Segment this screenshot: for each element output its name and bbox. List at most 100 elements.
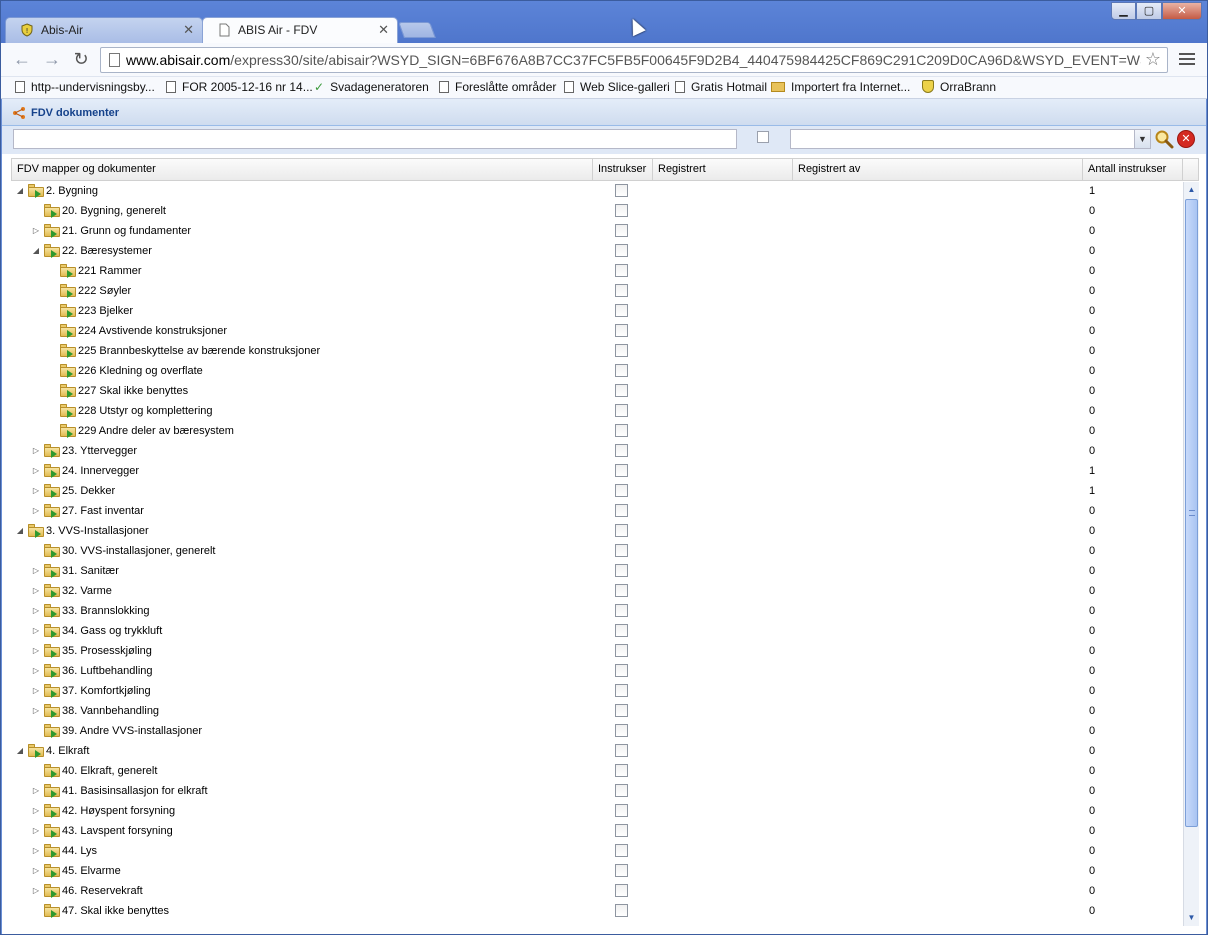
tree-node-label[interactable]: 2. Bygning xyxy=(46,181,98,201)
instrukser-checkbox[interactable] xyxy=(615,624,628,637)
tree-row[interactable]: 221 Rammer 0 xyxy=(11,261,1182,281)
filter-combobox[interactable] xyxy=(790,129,1136,149)
instrukser-checkbox[interactable] xyxy=(615,764,628,777)
minimize-button[interactable]: ▁ xyxy=(1111,2,1136,20)
tree-node-label[interactable]: 33. Brannslokking xyxy=(62,601,149,621)
tree-row[interactable]: ▷ 32. Varme 0 xyxy=(11,581,1182,601)
tree-row[interactable]: ▷ 37. Komfortkjøling 0 xyxy=(11,681,1182,701)
tree-row[interactable]: ▷ 21. Grunn og fundamenter 0 xyxy=(11,221,1182,241)
new-tab-button[interactable] xyxy=(398,22,436,38)
expand-arrow-icon[interactable]: ▷ xyxy=(31,781,41,801)
chevron-down-icon[interactable]: ▼ xyxy=(1134,129,1151,149)
instrukser-checkbox[interactable] xyxy=(615,504,628,517)
tree-row[interactable]: ▷ 45. Elvarme 0 xyxy=(11,861,1182,881)
instrukser-checkbox[interactable] xyxy=(615,264,628,277)
tree-row[interactable]: 224 Avstivende konstruksjoner 0 xyxy=(11,321,1182,341)
search-input[interactable] xyxy=(13,129,737,149)
tree-node-label[interactable]: 22. Bæresystemer xyxy=(62,241,152,261)
close-window-button[interactable]: ✕ xyxy=(1162,2,1202,20)
tree-row[interactable]: 226 Kledning og overflate 0 xyxy=(11,361,1182,381)
tree-node-label[interactable]: 47. Skal ikke benyttes xyxy=(62,901,169,921)
tree-row[interactable]: ▷ 25. Dekker 1 xyxy=(11,481,1182,501)
instrukser-checkbox[interactable] xyxy=(615,384,628,397)
tree-row[interactable]: 30. VVS-installasjoner, generelt 0 xyxy=(11,541,1182,561)
tree-row[interactable]: ▷ 38. Vannbehandling 0 xyxy=(11,701,1182,721)
close-tab-icon[interactable]: ✕ xyxy=(378,18,389,42)
expand-arrow-icon[interactable]: ▷ xyxy=(31,801,41,821)
instrukser-checkbox[interactable] xyxy=(615,824,628,837)
address-bar[interactable]: www.abisair.com/express30/site/abisair?W… xyxy=(100,47,1168,73)
instrukser-checkbox[interactable] xyxy=(615,324,628,337)
expand-arrow-icon[interactable]: ▷ xyxy=(31,701,41,721)
tree-row[interactable]: ◢ 2. Bygning 1 xyxy=(11,181,1182,201)
tree-node-label[interactable]: 27. Fast inventar xyxy=(62,501,144,521)
expand-arrow-icon[interactable]: ▷ xyxy=(31,841,41,861)
tree-row[interactable]: 40. Elkraft, generelt 0 xyxy=(11,761,1182,781)
tree-node-label[interactable]: 3. VVS-Installasjoner xyxy=(46,521,149,541)
tree-row[interactable]: 20. Bygning, generelt 0 xyxy=(11,201,1182,221)
tree-node-label[interactable]: 38. Vannbehandling xyxy=(62,701,159,721)
back-arrow-icon[interactable]: ← xyxy=(11,49,33,71)
instrukser-checkbox[interactable] xyxy=(615,244,628,257)
tree-row[interactable]: ▷ 46. Reservekraft 0 xyxy=(11,881,1182,901)
tree-row[interactable]: ◢ 3. VVS-Installasjoner 0 xyxy=(11,521,1182,541)
instrukser-checkbox[interactable] xyxy=(615,544,628,557)
tree-row[interactable]: ▷ 31. Sanitær 0 xyxy=(11,561,1182,581)
tree-row[interactable]: ▷ 41. Basisinsallasjon for elkraft 0 xyxy=(11,781,1182,801)
instrukser-checkbox[interactable] xyxy=(615,564,628,577)
bookmark-item[interactable]: OrraBrann xyxy=(922,80,996,94)
tree-node-label[interactable]: 222 Søyler xyxy=(78,281,131,301)
tree-row[interactable]: 223 Bjelker 0 xyxy=(11,301,1182,321)
tree-node-label[interactable]: 34. Gass og trykkluft xyxy=(62,621,162,641)
expand-arrow-icon[interactable]: ▷ xyxy=(31,681,41,701)
tree-node-label[interactable]: 36. Luftbehandling xyxy=(62,661,153,681)
instrukser-checkbox[interactable] xyxy=(615,584,628,597)
scrollbar-thumb[interactable] xyxy=(1185,199,1198,827)
bookmark-item[interactable]: Gratis Hotmail xyxy=(675,80,767,94)
tree-row[interactable]: ▷ 33. Brannslokking 0 xyxy=(11,601,1182,621)
instrukser-checkbox[interactable] xyxy=(615,784,628,797)
tree-row[interactable]: ◢ 4. Elkraft 0 xyxy=(11,741,1182,761)
instrukser-checkbox[interactable] xyxy=(615,364,628,377)
tree-node-label[interactable]: 221 Rammer xyxy=(78,261,142,281)
tree-row[interactable]: ▷ 36. Luftbehandling 0 xyxy=(11,661,1182,681)
instrukser-checkbox[interactable] xyxy=(615,644,628,657)
collapse-arrow-icon[interactable]: ◢ xyxy=(15,181,25,201)
tree-row[interactable]: 47. Skal ikke benyttes 0 xyxy=(11,901,1182,921)
instrukser-checkbox[interactable] xyxy=(615,684,628,697)
collapse-arrow-icon[interactable]: ◢ xyxy=(15,741,25,761)
tree-node-label[interactable]: 23. Yttervegger xyxy=(62,441,137,461)
expand-arrow-icon[interactable]: ▷ xyxy=(31,501,41,521)
column-header-registrert-av[interactable]: Registrert av xyxy=(793,159,1083,180)
expand-arrow-icon[interactable]: ▷ xyxy=(31,441,41,461)
tree-node-label[interactable]: 21. Grunn og fundamenter xyxy=(62,221,191,241)
url-text[interactable]: www.abisair.com/express30/site/abisair?W… xyxy=(126,52,1141,68)
column-header-name[interactable]: FDV mapper og dokumenter xyxy=(12,159,593,180)
tree-row[interactable]: ▷ 23. Yttervegger 0 xyxy=(11,441,1182,461)
tree-node-label[interactable]: 46. Reservekraft xyxy=(62,881,143,901)
expand-arrow-icon[interactable]: ▷ xyxy=(31,461,41,481)
expand-arrow-icon[interactable]: ▷ xyxy=(31,861,41,881)
tree-node-label[interactable]: 4. Elkraft xyxy=(46,741,89,761)
expand-arrow-icon[interactable]: ▷ xyxy=(31,561,41,581)
clear-icon[interactable]: ✕ xyxy=(1177,130,1195,148)
bookmark-item[interactable]: Web Slice-galleri xyxy=(564,80,670,94)
instrukser-checkbox[interactable] xyxy=(615,464,628,477)
instrukser-checkbox[interactable] xyxy=(615,524,628,537)
collapse-arrow-icon[interactable]: ◢ xyxy=(31,241,41,261)
instrukser-checkbox[interactable] xyxy=(615,604,628,617)
tree-row[interactable]: 222 Søyler 0 xyxy=(11,281,1182,301)
expand-arrow-icon[interactable]: ▷ xyxy=(31,641,41,661)
column-header-antall[interactable]: Antall instrukser xyxy=(1083,159,1183,180)
tree-row[interactable]: 225 Brannbeskyttelse av bærende konstruk… xyxy=(11,341,1182,361)
tab-abis-air-fdv[interactable]: ABIS Air - FDV ✕ xyxy=(202,17,398,43)
tree-row[interactable]: ▷ 44. Lys 0 xyxy=(11,841,1182,861)
tree-node-label[interactable]: 228 Utstyr og komplettering xyxy=(78,401,213,421)
close-tab-icon[interactable]: ✕ xyxy=(183,18,194,42)
expand-arrow-icon[interactable]: ▷ xyxy=(31,661,41,681)
tree-node-label[interactable]: 20. Bygning, generelt xyxy=(62,201,166,221)
tree-node-label[interactable]: 25. Dekker xyxy=(62,481,115,501)
expand-arrow-icon[interactable]: ▷ xyxy=(31,881,41,901)
tree-node-label[interactable]: 41. Basisinsallasjon for elkraft xyxy=(62,781,208,801)
instrukser-checkbox[interactable] xyxy=(615,704,628,717)
